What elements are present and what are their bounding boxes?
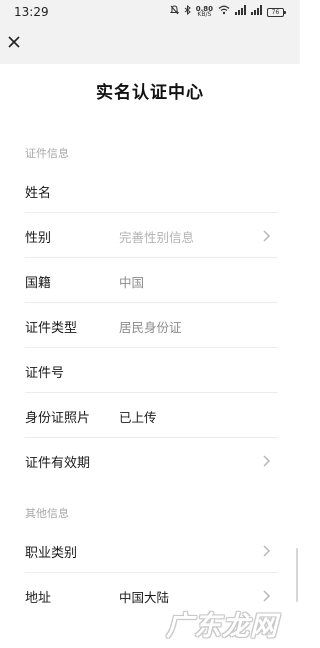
- app-header: [0, 24, 300, 64]
- row-label: 职业类别: [25, 546, 78, 561]
- row-label: 身份证照片: [25, 411, 91, 426]
- row-gender[interactable]: 性别 完善性别信息: [0, 213, 300, 258]
- row-label: 性别: [25, 231, 52, 246]
- row-nationality[interactable]: 国籍 中国: [0, 258, 300, 303]
- watermark-text: 广东龙网: [166, 611, 278, 642]
- row-id-number[interactable]: 证件号: [0, 348, 300, 393]
- id-type-value: 居民身份证: [119, 320, 182, 335]
- id-photo-status: 已上传: [119, 410, 157, 425]
- close-icon[interactable]: [6, 34, 22, 50]
- signal-icon: [235, 5, 246, 19]
- nationality-value: 中国: [119, 275, 145, 290]
- gender-placeholder: 完善性别信息: [119, 230, 195, 245]
- row-name[interactable]: 姓名: [0, 168, 300, 213]
- row-label: 证件有效期: [25, 456, 91, 471]
- chevron-right-icon: [263, 455, 271, 467]
- row-id-validity[interactable]: 证件有效期: [0, 438, 300, 483]
- status-time: 13:29: [14, 5, 49, 19]
- network-speed: 0.80 KB/S: [195, 5, 213, 18]
- row-label: 地址: [25, 591, 52, 606]
- section-title-id-info: 证件信息: [25, 147, 69, 160]
- row-label: 姓名: [25, 186, 52, 201]
- mute-bell-icon: [169, 5, 179, 19]
- row-id-photo[interactable]: 身份证照片 已上传: [0, 393, 300, 438]
- bluetooth-icon: [184, 4, 191, 19]
- battery-icon: 76: [267, 7, 286, 17]
- row-label: 国籍: [25, 276, 52, 291]
- status-bar: 13:29 0.80 KB/S 76: [0, 0, 300, 24]
- row-id-type[interactable]: 证件类型 居民身份证: [0, 303, 300, 348]
- row-label: 证件类型: [25, 321, 78, 336]
- row-label: 证件号: [25, 366, 65, 381]
- status-icons: 0.80 KB/S 76: [169, 4, 286, 19]
- section-title-other-info: 其他信息: [25, 507, 69, 520]
- wifi-icon: [218, 5, 230, 19]
- signal-icon-2: [251, 5, 262, 19]
- chevron-right-icon: [263, 230, 271, 242]
- chevron-right-icon: [263, 545, 271, 557]
- row-occupation[interactable]: 职业类别: [0, 528, 300, 573]
- watermark: 广东龙网: [162, 598, 298, 644]
- page-title: 实名认证中心: [96, 83, 204, 103]
- scrollbar[interactable]: [296, 548, 298, 602]
